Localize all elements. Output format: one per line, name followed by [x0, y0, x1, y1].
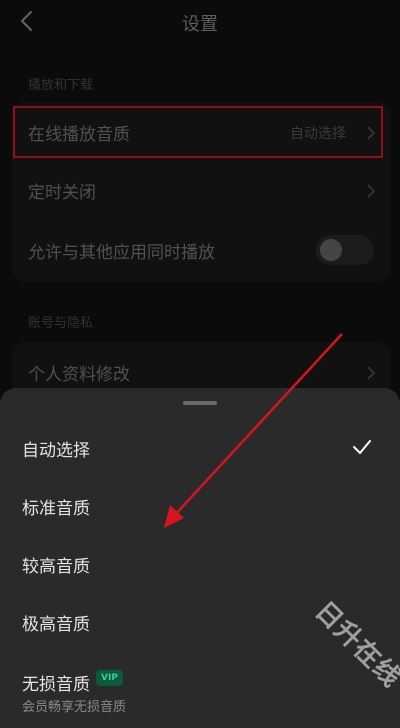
lossless-subtitle: 会员畅享无损音质 — [22, 700, 127, 715]
option-label: 较高音质 — [22, 557, 90, 577]
option-label: 无损音质 — [22, 675, 90, 695]
check-icon — [353, 440, 371, 454]
option-auto[interactable]: 自动选择 — [0, 418, 400, 476]
option-label: 极高音质 — [22, 615, 90, 635]
vip-badge: VIP — [96, 670, 123, 686]
sheet-handle[interactable] — [183, 401, 217, 405]
option-higher[interactable]: 较高音质 — [0, 534, 400, 592]
option-label: 自动选择 — [22, 441, 90, 461]
option-standard[interactable]: 标准音质 — [0, 476, 400, 534]
option-label: 标准音质 — [22, 499, 90, 519]
